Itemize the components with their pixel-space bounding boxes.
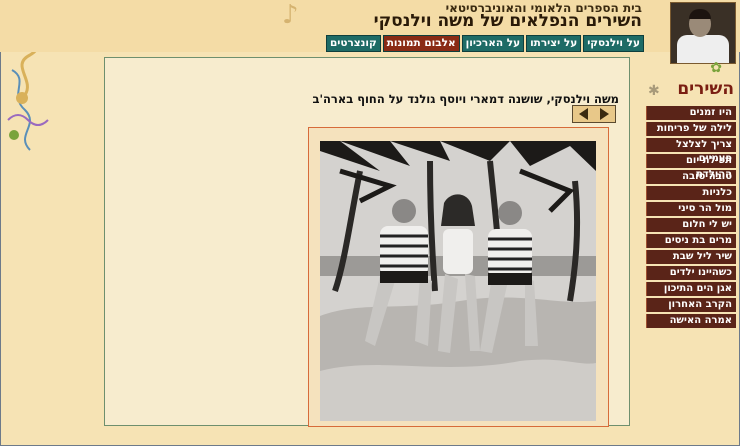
star-decoration-icon: ✱ [648,83,660,99]
top-navigation: על וילנסקי על יצירתו על הארכיון אלבום תמ… [325,35,644,52]
nav-tab-about-work[interactable]: על יצירתו [526,35,582,52]
photo-navigation [572,105,616,123]
previous-photo-button[interactable] [573,106,594,122]
song-link[interactable]: כלניות [646,186,736,200]
song-link[interactable]: תפילת יום ההולדת [646,154,736,180]
nav-tab-concerts[interactable]: קונצרטים [325,35,381,52]
photo-caption: משה וילנסקי, שושנה דמארי ויוסף גולנד על … [312,92,619,106]
song-link[interactable]: לילה של פריחות [646,122,736,136]
song-link[interactable]: הקרב האחרון [646,298,736,312]
nav-tab-about-archive[interactable]: על הארכיון [461,35,525,52]
song-link[interactable]: אמרה האישה [646,314,736,328]
site-title: השירים הנפלאים של משה וילנסקי [373,11,642,31]
songs-sidebar: ✱ השירים היו זמנים לילה של פריחות צריך ל… [646,79,736,330]
song-link[interactable]: טובה טובה [646,170,736,184]
album-photo[interactable] [320,141,596,421]
nav-tab-about-vilensky[interactable]: על וילנסקי [583,35,644,52]
song-link[interactable]: כשהיינו ילדים [646,266,736,280]
nav-tab-photo-album[interactable]: אלבום תמונות [382,35,460,52]
composer-portrait [670,2,736,64]
songs-heading: ✱ השירים [646,79,736,101]
arrow-right-icon [600,108,609,120]
song-link[interactable]: מרים בת ניסים [646,234,736,248]
album-content: משה וילנסקי, שושנה דמארי ויוסף גולנד על … [104,57,630,427]
song-link[interactable]: מול הר סיני [646,202,736,216]
song-list: היו זמנים לילה של פריחות צריך לצלצל פעמי… [646,106,736,328]
music-note-icon: ♪ [282,0,299,30]
left-decoration [0,0,70,446]
song-link[interactable]: אגן הים התיכון [646,282,736,296]
arrow-left-icon [579,108,588,120]
next-photo-button[interactable] [594,106,615,122]
flower-icon: ✿ [710,60,722,76]
photo-frame [308,127,609,427]
song-link[interactable]: יש לי חלום [646,218,736,232]
song-link[interactable]: צריך לצלצל פעמיים [646,138,736,164]
songs-heading-label: השירים [677,79,734,99]
song-link[interactable]: היו זמנים [646,106,736,120]
song-link[interactable]: שיר ליל שבת [646,250,736,264]
